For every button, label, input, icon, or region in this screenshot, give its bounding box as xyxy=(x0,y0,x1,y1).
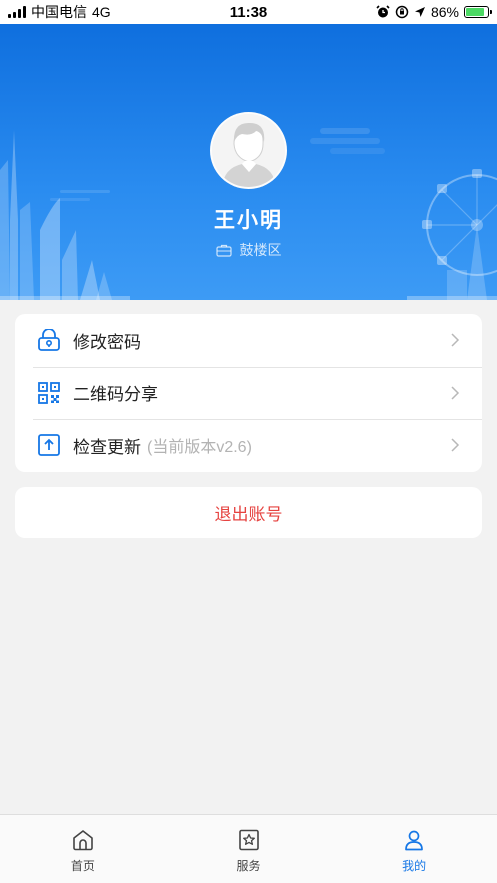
menu-item-change-password[interactable]: 修改密码 xyxy=(15,314,482,367)
star-badge-icon xyxy=(238,829,259,851)
bottom-tab-bar: 首页 服务 我的 xyxy=(0,814,497,883)
status-bar: 中国电信 4G 11:38 86% xyxy=(0,0,497,24)
chevron-right-icon xyxy=(451,333,460,347)
district-label: 鼓楼区 xyxy=(239,242,282,258)
status-left: 中国电信 4G xyxy=(8,2,111,22)
battery-icon xyxy=(464,6,492,18)
location-icon xyxy=(414,7,425,17)
tab-label: 我的 xyxy=(402,859,427,873)
user-icon xyxy=(405,830,424,851)
battery-level xyxy=(466,8,485,16)
upload-icon xyxy=(37,433,61,457)
qrcode-icon xyxy=(37,381,61,405)
signal-icon xyxy=(8,6,26,18)
user-district-row: 鼓楼区 xyxy=(0,240,497,260)
status-right: 86% xyxy=(376,4,492,20)
chevron-right-icon xyxy=(451,438,460,453)
tab-label: 服务 xyxy=(236,859,261,873)
menu-item-check-update[interactable]: 检查更新 (当前版本v2.6) xyxy=(15,419,482,472)
settings-menu: 修改密码 二维码分享 检查更新 (当前版本v2.6) xyxy=(15,314,482,472)
menu-item-label: 修改密码 xyxy=(73,332,141,352)
clock: 11:38 xyxy=(229,3,268,21)
cloud-decoration xyxy=(310,128,385,154)
default-avatar-icon xyxy=(212,114,285,187)
menu-item-label: 检查更新 xyxy=(73,437,141,457)
chevron-right-icon xyxy=(451,386,460,400)
profile-header: 王小明 鼓楼区 xyxy=(0,24,497,300)
current-version-note: (当前版本v2.6) xyxy=(147,439,252,457)
avatar[interactable] xyxy=(210,112,287,189)
network-label: 4G xyxy=(92,4,111,20)
tab-mine[interactable]: 我的 xyxy=(331,815,497,883)
menu-item-label: 二维码分享 xyxy=(73,385,158,405)
alarm-icon xyxy=(376,5,390,18)
tab-service[interactable]: 服务 xyxy=(166,815,332,883)
user-name: 王小明 xyxy=(214,209,283,232)
briefcase-icon xyxy=(215,244,232,257)
tab-label: 首页 xyxy=(70,859,95,873)
logout-button[interactable]: 退出账号 xyxy=(15,487,482,538)
carrier-label: 中国电信 xyxy=(31,4,87,20)
home-icon xyxy=(73,830,93,851)
orientation-lock-icon xyxy=(395,5,409,19)
menu-item-qrcode-share[interactable]: 二维码分享 xyxy=(15,366,482,420)
battery-percent: 86% xyxy=(430,4,459,20)
tab-home[interactable]: 首页 xyxy=(0,815,166,883)
logout-label: 退出账号 xyxy=(214,505,283,524)
lock-icon xyxy=(37,328,61,352)
